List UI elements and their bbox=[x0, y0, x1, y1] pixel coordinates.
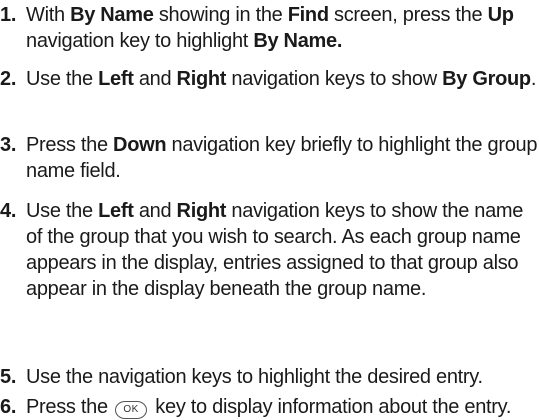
step-2: 2. Use the Left and Right navigation key… bbox=[0, 66, 539, 92]
step-text: Use the navigation keys to highlight the… bbox=[26, 366, 483, 388]
step-text: With By Name showing in the Find screen,… bbox=[26, 4, 514, 52]
step-text: Press the OK key to display information … bbox=[26, 396, 512, 419]
step-number: 2. bbox=[0, 68, 17, 90]
step-text: Use the Left and Right navigation keys t… bbox=[26, 68, 537, 90]
step-number: 3. bbox=[0, 134, 17, 156]
step-number: 5. bbox=[0, 366, 17, 388]
ok-key-icon: OK bbox=[115, 401, 148, 419]
step-5: 5. Use the navigation keys to highlight … bbox=[0, 364, 539, 390]
step-number: 4. bbox=[0, 200, 17, 222]
step-text: Use the Left and Right navigation keys t… bbox=[26, 200, 524, 300]
step-text: Press the Down navigation key briefly to… bbox=[26, 134, 538, 182]
step-number: 1. bbox=[0, 4, 17, 26]
step-1: 1. With By Name showing in the Find scre… bbox=[0, 2, 539, 54]
step-3: 3. Press the Down navigation key briefly… bbox=[0, 132, 539, 184]
step-number: 6. bbox=[0, 396, 17, 418]
step-6: 6. Press the OK key to display informati… bbox=[0, 394, 539, 420]
step-4: 4. Use the Left and Right navigation key… bbox=[0, 198, 539, 302]
